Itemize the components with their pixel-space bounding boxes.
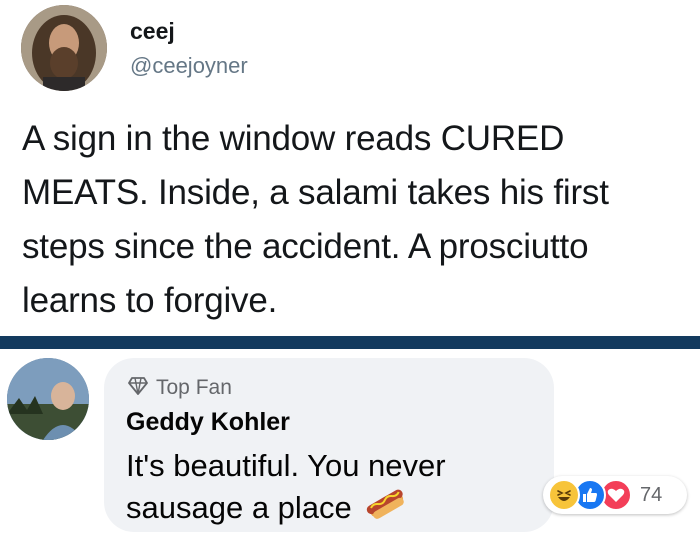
tweet-author-avatar[interactable] — [21, 5, 107, 91]
comment-text: It's beautiful. You never sausage a plac… — [126, 445, 546, 531]
reactions-summary[interactable]: 74 — [543, 476, 687, 514]
haha-icon — [548, 479, 580, 511]
tweet-card: ceej @ceejoyner A sign in the window rea… — [0, 0, 700, 336]
facebook-comment: Top Fan Geddy Kohler It's beautiful. You… — [0, 349, 700, 542]
diamond-icon — [128, 376, 148, 400]
commenter-name[interactable]: Geddy Kohler — [126, 408, 290, 437]
hotdog-icon — [366, 488, 406, 531]
reaction-count: 74 — [640, 483, 663, 506]
top-fan-label: Top Fan — [156, 376, 232, 399]
comment-bubble: Top Fan Geddy Kohler It's beautiful. You… — [104, 358, 554, 532]
tweet-author-handle[interactable]: @ceejoyner — [130, 53, 248, 79]
tweet-text: A sign in the window reads CURED MEATS. … — [22, 119, 609, 320]
tweet-author-name[interactable]: ceej — [130, 18, 175, 45]
top-fan-badge: Top Fan — [128, 376, 232, 400]
section-divider — [0, 336, 700, 349]
commenter-avatar[interactable] — [7, 358, 89, 440]
